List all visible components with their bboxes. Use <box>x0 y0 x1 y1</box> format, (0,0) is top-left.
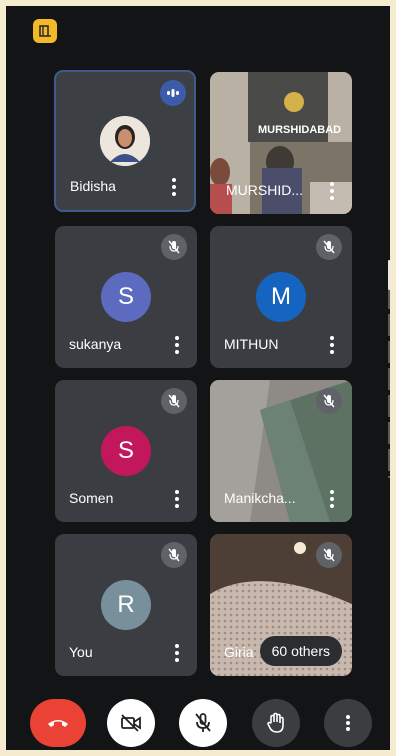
others-count-badge[interactable]: 60 others <box>259 636 342 666</box>
more-options-icon[interactable] <box>326 334 338 356</box>
scrollbar-thumb[interactable] <box>388 260 390 290</box>
mic-off-icon <box>195 713 211 732</box>
participant-name: You <box>69 644 93 660</box>
end-call-button[interactable] <box>30 699 86 747</box>
mic-toggle-button[interactable] <box>179 699 227 747</box>
mic-off-icon <box>161 234 187 260</box>
participant-tile-manikcha[interactable]: Manikcha... <box>210 380 352 522</box>
mic-off-icon <box>316 388 342 414</box>
more-options-icon[interactable] <box>171 642 183 664</box>
participant-name: Bidisha <box>70 178 116 194</box>
avatar: R <box>101 580 151 630</box>
participant-name: Manikcha... <box>224 490 296 506</box>
more-vert-icon <box>342 714 354 732</box>
avatar: S <box>101 426 151 476</box>
participant-tile-somen[interactable]: S Somen <box>55 380 197 522</box>
mic-off-icon <box>316 234 342 260</box>
participant-tile-sukanya[interactable]: S sukanya <box>55 226 197 368</box>
mic-off-icon <box>161 542 187 568</box>
scrollbar-track[interactable] <box>388 260 390 478</box>
avatar: S <box>101 272 151 322</box>
participant-tile-giria[interactable]: Giria 60 others <box>210 534 352 676</box>
speaking-indicator-icon <box>160 80 186 106</box>
participant-name: sukanya <box>69 336 122 352</box>
avatar: M <box>256 272 306 322</box>
mic-off-icon <box>316 542 342 568</box>
participant-name: Giria <box>224 644 254 660</box>
avatar <box>100 116 150 166</box>
raise-hand-icon <box>267 712 284 733</box>
more-options-button[interactable] <box>324 699 372 747</box>
participant-name: MITHUN <box>224 336 279 352</box>
raise-hand-button[interactable] <box>252 699 300 747</box>
video-caption: MURSHIDABAD <box>258 124 342 136</box>
participant-tile-mithun[interactable]: M MITHUN <box>210 226 352 368</box>
meeting-screen: Bidisha MURSHIDABAD MURSHID... S sukanya <box>6 6 390 750</box>
call-end-icon <box>48 720 68 727</box>
participant-tile-you[interactable]: R You <box>55 534 197 676</box>
participant-name: MURSHID... <box>226 182 303 198</box>
more-options-icon[interactable] <box>326 180 338 202</box>
camera-toggle-button[interactable] <box>107 699 155 747</box>
participant-name: Somen <box>69 490 114 506</box>
participant-tile-bidisha[interactable]: Bidisha <box>54 70 196 212</box>
meeting-info-icon[interactable] <box>33 19 57 43</box>
more-options-icon[interactable] <box>171 334 183 356</box>
more-options-icon[interactable] <box>171 488 183 510</box>
participant-tile-murshidabad[interactable]: MURSHIDABAD MURSHID... <box>210 72 352 214</box>
more-options-icon[interactable] <box>168 176 180 198</box>
more-options-icon[interactable] <box>326 488 338 510</box>
videocam-off-icon <box>121 714 141 732</box>
mic-off-icon <box>161 388 187 414</box>
